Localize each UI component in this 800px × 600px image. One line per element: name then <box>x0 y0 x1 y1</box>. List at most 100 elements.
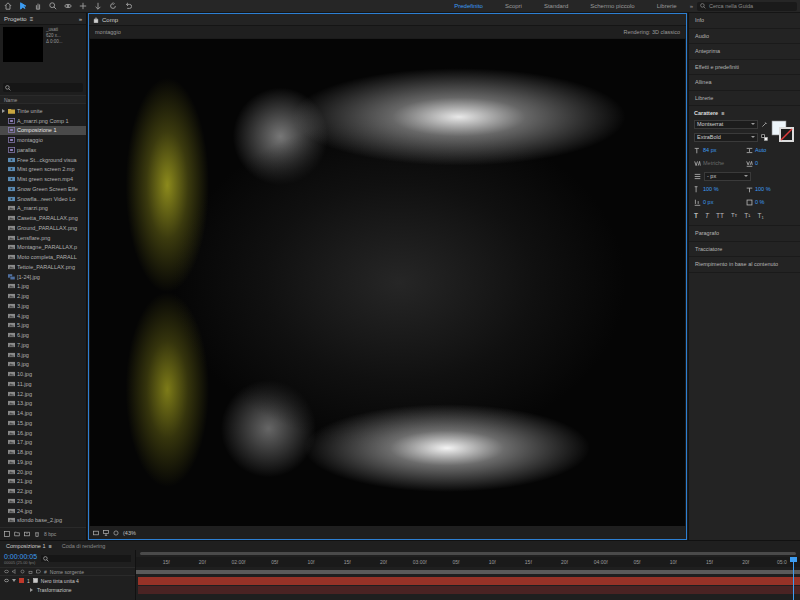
project-item[interactable]: Mist green screen.mp4 <box>0 174 86 184</box>
expander[interactable] <box>2 392 6 396</box>
lock-icon[interactable] <box>93 17 99 23</box>
expander[interactable] <box>2 460 6 464</box>
font-style-dropdown[interactable]: ExtraBold <box>694 133 758 142</box>
expander[interactable] <box>2 187 6 191</box>
project-item[interactable]: Snow Green Screen Effe <box>0 184 86 194</box>
tsume-field[interactable]: 0 % <box>746 199 795 206</box>
project-item[interactable]: 19.jpg <box>0 457 86 467</box>
side-panel-row[interactable]: Info <box>689 13 800 29</box>
project-item[interactable]: Snowfla...reen Video Lo <box>0 194 86 204</box>
horizontal-scale-field[interactable]: 100 % <box>746 186 795 193</box>
composition-frame[interactable] <box>90 39 685 526</box>
layer-expander[interactable] <box>12 579 16 583</box>
panel-title[interactable]: Progetto <box>4 16 27 22</box>
trash-icon[interactable] <box>34 531 40 537</box>
project-item[interactable]: 1.jpg <box>0 282 86 292</box>
vertical-scale-field[interactable]: 100 % <box>694 186 743 193</box>
expander[interactable] <box>2 216 6 220</box>
interpret-footage-icon[interactable] <box>4 531 10 537</box>
expander[interactable] <box>2 499 6 503</box>
character-title[interactable]: Carattere≡ <box>694 110 795 116</box>
project-item[interactable]: Composizione 1 <box>0 126 86 136</box>
work-area-bar[interactable] <box>136 570 800 574</box>
eyedropper-icon[interactable] <box>761 121 768 128</box>
expander[interactable] <box>2 177 6 181</box>
expander[interactable] <box>2 119 6 123</box>
preview-always-icon[interactable] <box>93 530 99 536</box>
project-item[interactable]: 23.jpg <box>0 496 86 506</box>
tool-button[interactable] <box>63 1 73 11</box>
playhead[interactable] <box>793 557 794 600</box>
expander[interactable] <box>2 158 6 162</box>
project-item[interactable]: sfondo base_2.jpg <box>0 516 86 526</box>
project-item[interactable]: 4.jpg <box>0 311 86 321</box>
baseline-shift-field[interactable]: 0 px <box>694 199 743 206</box>
project-item[interactable]: 22.jpg <box>0 486 86 496</box>
expander[interactable] <box>2 518 6 522</box>
expander[interactable] <box>2 206 6 210</box>
expander[interactable] <box>2 294 6 298</box>
expander[interactable] <box>2 265 6 269</box>
project-item[interactable]: Free St...ckground visua <box>0 155 86 165</box>
type-style-button[interactable]: T¹ <box>744 212 750 219</box>
expander[interactable] <box>2 226 6 230</box>
project-item[interactable]: A_marzi.png Comp 1 <box>0 116 86 126</box>
project-item[interactable]: 14.jpg <box>0 408 86 418</box>
project-item[interactable]: 9.jpg <box>0 360 86 370</box>
kerning-field[interactable]: Metriche <box>694 160 743 167</box>
panel-overflow[interactable]: » <box>79 16 82 22</box>
project-item[interactable]: 24.jpg <box>0 506 86 516</box>
font-family-dropdown[interactable]: Montserrat <box>694 120 758 129</box>
project-item[interactable]: [1-24].jpg <box>0 272 86 282</box>
layer-label-color[interactable] <box>19 578 24 583</box>
project-item[interactable]: 17.jpg <box>0 438 86 448</box>
time-ruler[interactable]: 15f20f02:00f05f10f15f20f03:00f05f10f15f2… <box>136 557 800 567</box>
project-item[interactable]: Lensflare.png <box>0 233 86 243</box>
project-search[interactable] <box>3 83 83 92</box>
expander[interactable] <box>2 411 6 415</box>
composition-tab[interactable]: Comp <box>102 17 118 23</box>
project-item[interactable]: 16.jpg <box>0 428 86 438</box>
panel-menu[interactable]: ≡ <box>30 16 34 22</box>
tool-button[interactable] <box>108 1 118 11</box>
layer-column-title[interactable]: Nome sorgente <box>50 569 84 575</box>
layer-expander[interactable] <box>30 588 34 592</box>
column-header[interactable]: Name <box>0 95 86 104</box>
timeline-tab[interactable]: Coda di rendering <box>62 543 106 549</box>
timecode[interactable]: 0:00:00:0500005 (25.00 fps) <box>4 553 37 565</box>
side-panel-row[interactable]: Effetti e predefiniti <box>689 60 800 76</box>
timeline-tab[interactable]: Composizione 1≡ <box>6 543 52 549</box>
character-menu[interactable]: ≡ <box>721 110 724 116</box>
timeline-tab-menu[interactable]: ≡ <box>48 543 51 549</box>
expander[interactable] <box>2 128 6 132</box>
project-item[interactable]: 5.jpg <box>0 321 86 331</box>
workspace-tab[interactable]: Librerie <box>648 3 686 9</box>
side-panel-row[interactable]: Librerie <box>689 91 800 107</box>
composition-breadcrumb[interactable]: montaggio <box>95 29 121 35</box>
expander[interactable] <box>2 343 6 347</box>
project-item[interactable]: Mist green screen 2.mp <box>0 165 86 175</box>
expander[interactable] <box>2 167 6 171</box>
eye-icon[interactable] <box>4 578 9 583</box>
project-item[interactable]: 6.jpg <box>0 330 86 340</box>
expander[interactable] <box>2 362 6 366</box>
project-item[interactable]: 7.jpg <box>0 340 86 350</box>
expander[interactable] <box>2 431 6 435</box>
expander[interactable] <box>2 255 6 259</box>
help-search[interactable]: Cerca nella Guida <box>697 2 797 11</box>
tool-button[interactable] <box>33 1 43 11</box>
type-style-button[interactable]: T <box>705 212 709 219</box>
project-item[interactable]: Tinte unite <box>0 106 86 116</box>
project-item[interactable]: 13.jpg <box>0 399 86 409</box>
type-style-button[interactable]: T₁ <box>757 212 763 219</box>
expander[interactable] <box>2 333 6 337</box>
project-item[interactable]: Moto completa_PARALL <box>0 252 86 262</box>
project-item[interactable]: 12.jpg <box>0 389 86 399</box>
workspace-tab[interactable]: Schermo piccolo <box>581 3 643 9</box>
type-style-button[interactable]: Tт <box>731 212 737 219</box>
expander[interactable] <box>2 284 6 288</box>
new-folder-icon[interactable] <box>14 531 20 537</box>
workspace-tab[interactable]: Predefinito <box>445 3 492 9</box>
tool-button[interactable] <box>18 1 28 11</box>
side-panel-row[interactable]: Anteprima <box>689 44 800 60</box>
